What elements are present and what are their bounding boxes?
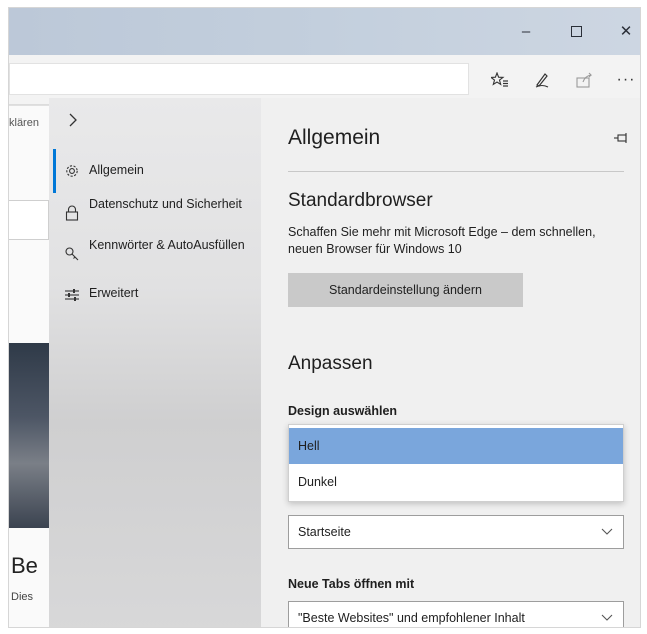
collapse-chevron-icon[interactable] — [63, 110, 83, 130]
section-heading-customize: Anpassen — [288, 353, 373, 374]
page-divider — [9, 105, 49, 106]
nav-item-label: Datenschutz und Sicherheit — [89, 197, 242, 211]
page-text-fragment: klären — [9, 117, 39, 129]
design-option-dark[interactable]: Dunkel — [289, 464, 623, 500]
web-page-content: klären Be Dies — [9, 105, 49, 627]
page-input-box[interactable] — [9, 200, 49, 240]
lock-icon — [61, 202, 83, 224]
start-page-select[interactable]: Startseite — [288, 515, 624, 549]
design-dropdown-list: Hell Dunkel — [288, 424, 624, 502]
set-default-button[interactable]: Standardeinstellung ändern — [288, 273, 523, 307]
gear-icon — [61, 160, 83, 182]
maximize-icon — [570, 25, 582, 37]
active-indicator — [53, 149, 56, 193]
nav-item-privacy[interactable]: Datenschutz und Sicherheit — [49, 195, 261, 233]
more-options-icon[interactable]: ··· — [615, 69, 637, 91]
pin-icon[interactable] — [611, 128, 631, 148]
minimize-button[interactable]: – — [509, 18, 543, 44]
sliders-icon — [61, 284, 83, 306]
title-divider — [288, 171, 624, 172]
section-heading-default-browser: Standardbrowser — [288, 190, 433, 211]
browser-window: – ✕ ··· klären Be Dies Allgemein Datensc… — [8, 7, 641, 628]
close-button[interactable]: ✕ — [609, 18, 640, 44]
favorites-star-icon[interactable] — [489, 69, 511, 91]
nav-item-advanced[interactable]: Erweitert — [49, 284, 261, 306]
page-photo — [9, 343, 49, 528]
nav-item-label: Kennwörter & AutoAusfüllen — [89, 238, 245, 252]
new-tabs-value: "Beste Websites" und empfohlener Inhalt — [298, 611, 525, 625]
nav-item-label: Allgemein — [89, 163, 144, 177]
new-tabs-select[interactable]: "Beste Websites" und empfohlener Inhalt — [288, 601, 624, 627]
default-browser-description: Schaffen Sie mehr mit Microsoft Edge – d… — [288, 225, 596, 256]
share-icon[interactable] — [574, 69, 596, 91]
page-heading-fragment: Be — [11, 553, 38, 578]
chevron-down-icon — [601, 525, 613, 539]
design-label: Design auswählen — [288, 404, 398, 418]
new-tabs-label: Neue Tabs öffnen mit — [288, 577, 415, 591]
address-bar[interactable] — [9, 63, 469, 95]
nav-item-label: Erweitert — [89, 286, 139, 300]
panel-title: Allgemein — [288, 126, 381, 149]
design-option-light[interactable]: Hell — [289, 428, 623, 464]
nav-item-general[interactable]: Allgemein — [49, 149, 261, 193]
key-icon — [61, 243, 83, 265]
title-bar: – ✕ — [9, 8, 640, 55]
chevron-down-icon — [601, 611, 613, 625]
maximize-button[interactable] — [559, 18, 593, 44]
pen-icon[interactable] — [531, 69, 553, 91]
page-subtext-fragment: Dies — [11, 591, 34, 603]
settings-panel: Allgemein Standardbrowser Schaffen Sie m… — [261, 98, 640, 627]
nav-item-passwords[interactable]: Kennwörter & AutoAusfüllen — [49, 236, 261, 274]
settings-nav: Allgemein Datenschutz und Sicherheit Ken… — [49, 98, 261, 627]
start-page-value: Startseite — [298, 525, 351, 539]
